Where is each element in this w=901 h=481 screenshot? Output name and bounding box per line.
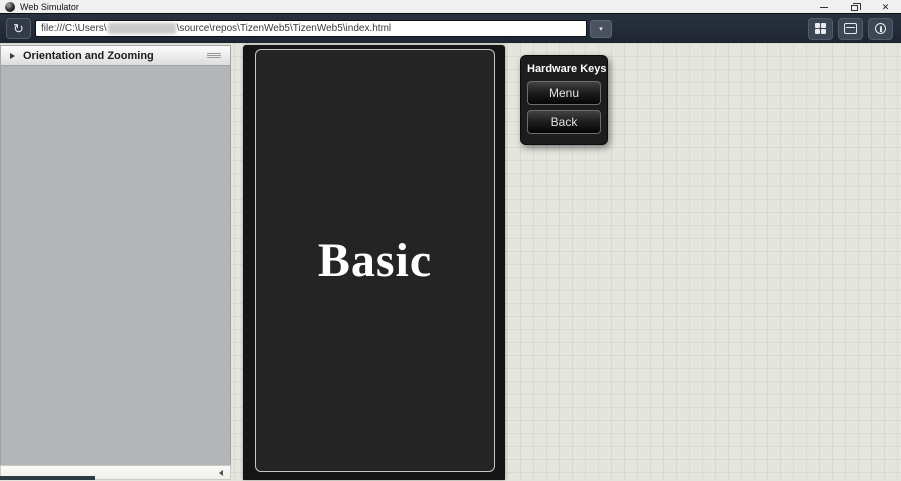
web-simulator-window: Web Simulator ✕ ↻ file:///C:\Users\ \sour… bbox=[0, 0, 901, 481]
minimize-button[interactable] bbox=[808, 0, 839, 14]
close-button[interactable]: ✕ bbox=[870, 0, 901, 14]
panes-icon bbox=[815, 23, 826, 34]
refresh-button[interactable]: ↻ bbox=[6, 18, 31, 39]
window-controls: ✕ bbox=[808, 0, 901, 14]
info-button[interactable] bbox=[868, 18, 893, 40]
device-screen[interactable]: Basic bbox=[255, 49, 495, 472]
titlebar: Web Simulator ✕ bbox=[0, 0, 901, 14]
restore-button[interactable] bbox=[839, 0, 870, 14]
panel-view-icon bbox=[844, 23, 857, 34]
restore-icon bbox=[851, 5, 858, 11]
hardware-keys-panel: Hardware Keys Menu Back bbox=[520, 55, 608, 145]
panel-body bbox=[0, 66, 231, 465]
menu-key-button[interactable]: Menu bbox=[527, 81, 601, 105]
chevron-left-icon bbox=[219, 470, 223, 476]
toolbar-right-group bbox=[808, 18, 893, 40]
info-icon bbox=[875, 23, 886, 34]
sidebar: Orientation and Zooming bbox=[0, 45, 231, 480]
panel-view-button[interactable] bbox=[838, 18, 863, 40]
toolbar: ↻ file:///C:\Users\ \source\repos\TizenWe… bbox=[0, 14, 901, 43]
url-history-dropdown[interactable]: ▾ bbox=[590, 20, 612, 38]
refresh-icon: ↻ bbox=[13, 22, 24, 35]
chevron-down-icon: ▾ bbox=[599, 25, 603, 33]
minimize-icon bbox=[820, 7, 828, 8]
app-icon bbox=[5, 2, 15, 12]
drag-grip-icon[interactable] bbox=[207, 53, 221, 58]
chevron-right-icon bbox=[10, 53, 15, 59]
panels-button[interactable] bbox=[808, 18, 833, 40]
simulator-canvas: Orientation and Zooming Basic Hardware K… bbox=[0, 43, 901, 480]
url-input[interactable]: file:///C:\Users\ \source\repos\TizenWeb5… bbox=[35, 20, 587, 37]
url-suffix: \source\repos\TizenWeb5\TizenWeb5\index.… bbox=[177, 23, 392, 34]
window-title: Web Simulator bbox=[20, 2, 79, 12]
back-key-button[interactable]: Back bbox=[527, 110, 601, 134]
bottom-edge-strip bbox=[0, 476, 95, 480]
url-prefix: file:///C:\Users\ bbox=[41, 23, 107, 34]
redacted-username bbox=[108, 23, 176, 34]
close-icon: ✕ bbox=[882, 3, 890, 12]
device-frame: Basic bbox=[243, 45, 505, 480]
app-content-text: Basic bbox=[318, 233, 432, 288]
panel-header-orientation-zooming[interactable]: Orientation and Zooming bbox=[0, 45, 231, 66]
hardware-keys-title: Hardware Keys bbox=[527, 63, 601, 75]
panel-title: Orientation and Zooming bbox=[23, 50, 154, 62]
